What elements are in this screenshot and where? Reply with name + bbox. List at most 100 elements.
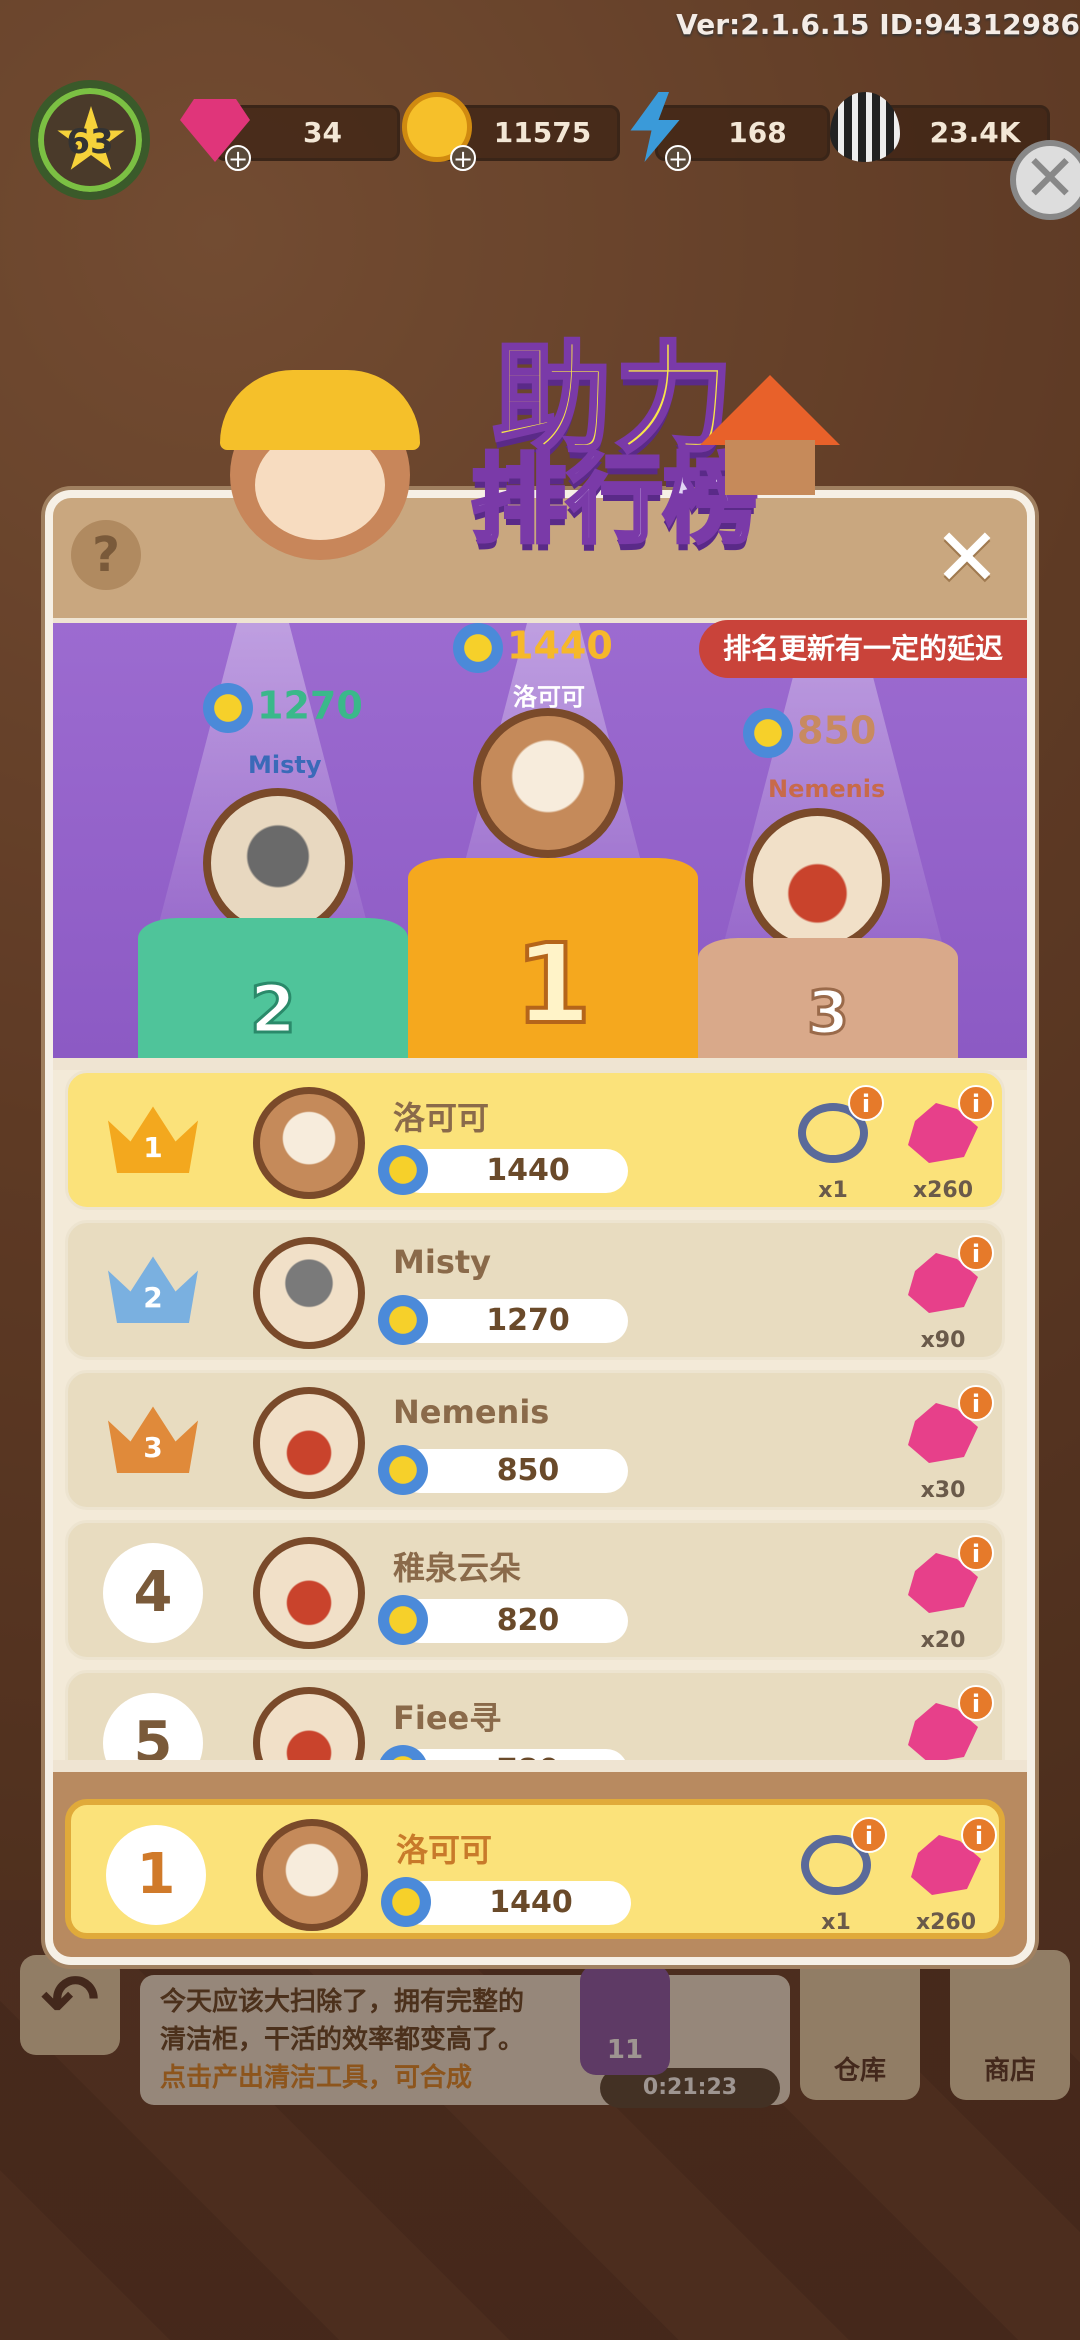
player-name: 洛可可 (393, 1099, 490, 1137)
reward-qty: x20 (920, 1628, 966, 1653)
gem-value: 34 (303, 116, 342, 149)
gem-reward[interactable]: x20 i (898, 1535, 994, 1653)
ring-reward[interactable]: x1 i (788, 1085, 884, 1203)
info-icon[interactable]: i (958, 1235, 994, 1271)
flower-icon (378, 1595, 428, 1645)
flower-icon (378, 1445, 428, 1495)
my-rank: 1 (106, 1825, 206, 1925)
add-energy-icon[interactable]: + (665, 145, 691, 171)
row-rank: 2 (143, 1281, 163, 1314)
podium-block-3: 3 (698, 938, 958, 1058)
info-icon[interactable]: i (958, 1085, 994, 1121)
add-gems-icon[interactable]: + (225, 145, 251, 171)
podium-1-avatar[interactable] (473, 708, 623, 858)
reward-qty: x90 (920, 1328, 966, 1353)
player-score: 1440 (378, 1145, 628, 1195)
flower-icon (378, 1295, 428, 1345)
info-icon[interactable]: i (958, 1385, 994, 1421)
flower-icon (381, 1877, 431, 1927)
player-score-value: 1440 (486, 1153, 570, 1188)
my-avatar[interactable] (256, 1819, 368, 1931)
info-icon[interactable]: i (958, 1535, 994, 1571)
version-id: Ver:2.1.6.15 ID:94312986 (676, 8, 1080, 41)
row-rank: 3 (143, 1431, 163, 1464)
player-score: 780 (378, 1745, 628, 1760)
ranking-row[interactable]: 5 Fiee寻 780 i (65, 1670, 1005, 1760)
resource-bar: 63 34 + 11575 + 168 + 23.4K (30, 80, 1080, 200)
coin-value: 11575 (493, 116, 592, 149)
my-name: 洛可可 (396, 1831, 493, 1869)
close-button[interactable]: ✕ (927, 518, 1007, 598)
ranking-row[interactable]: 2 Misty 1270 x90 i (65, 1220, 1005, 1360)
podium-2-avatar[interactable] (203, 788, 353, 938)
info-icon[interactable]: i (851, 1817, 887, 1853)
flower-icon (743, 708, 793, 758)
player-name: 稚泉云朵 (393, 1549, 522, 1587)
podium-3-name: Nemenis (768, 775, 886, 803)
level-badge[interactable]: 63 (30, 80, 150, 200)
reward-qty: x260 (915, 1910, 977, 1935)
reward-qty: x260 (912, 1178, 974, 1203)
player-score-value: 1270 (486, 1303, 570, 1338)
podium-block-1: 1 (408, 858, 698, 1058)
player-score: 1270 (378, 1295, 628, 1345)
player-name: Misty (393, 1243, 492, 1281)
bronze-crown-icon: 3 (108, 1403, 198, 1473)
podium-1-rank: 1 (513, 918, 594, 1050)
info-icon[interactable]: i (961, 1817, 997, 1853)
podium-1-name: 洛可可 (513, 683, 585, 711)
info-icon[interactable]: i (958, 1685, 994, 1721)
gem-reward[interactable]: x30 i (898, 1385, 994, 1503)
podium-2-score: 1270 (203, 683, 363, 733)
avatar[interactable] (253, 1387, 365, 1499)
podium-3-score: 850 (743, 708, 876, 758)
podium-block-2: 2 (138, 918, 408, 1058)
my-rank-row[interactable]: 1 洛可可 1440 x1 i x260 i (65, 1799, 1005, 1939)
player-score: 820 (378, 1595, 628, 1645)
add-coins-icon[interactable]: + (450, 145, 476, 171)
ring-reward[interactable]: x1 i (791, 1817, 887, 1935)
my-score: 1440 (381, 1877, 631, 1927)
row-rank: 1 (143, 1131, 163, 1164)
energy-value: 168 (728, 116, 787, 149)
podium-3-score-value: 850 (797, 708, 877, 753)
reward-qty: x1 (818, 1178, 848, 1203)
avatar[interactable] (253, 1687, 365, 1760)
row-rank: 4 (103, 1543, 203, 1643)
avatar[interactable] (253, 1237, 365, 1349)
my-rank-panel: 1 洛可可 1440 x1 i x260 i (53, 1772, 1027, 1957)
player-score-value: 820 (496, 1603, 560, 1638)
podium-3-rank: 3 (806, 977, 851, 1050)
ranking-row[interactable]: 1 洛可可 1440 x1 i x260 i (65, 1070, 1005, 1210)
player-name: Fiee寻 (393, 1699, 502, 1737)
podium: 1270 Misty 2 1440 洛可可 1 850 Nemenis 3 (53, 623, 1027, 1058)
ranking-row[interactable]: 4 稚泉云朵 820 x20 i (65, 1520, 1005, 1660)
flower-icon (203, 683, 253, 733)
player-score: 850 (378, 1445, 628, 1495)
sunflower-seed-icon (830, 92, 900, 162)
avatar[interactable] (253, 1537, 365, 1649)
close-event-icon[interactable]: ✕ (1010, 140, 1080, 220)
player-score-value: 780 (497, 1753, 560, 1760)
row-rank: 5 (103, 1693, 203, 1760)
help-button[interactable]: ? (71, 520, 141, 590)
leaderboard-modal: ? ✕ 1270 Misty 2 1440 洛可可 1 850 Nemenis … (45, 490, 1035, 1965)
gem-reward[interactable]: x90 i (898, 1235, 994, 1353)
gold-crown-icon: 1 (108, 1103, 198, 1173)
gem-reward[interactable]: x260 i (901, 1817, 997, 1935)
my-score-value: 1440 (489, 1885, 573, 1920)
gem-reward[interactable]: i (898, 1685, 994, 1760)
podium-3-avatar[interactable] (745, 808, 890, 953)
house-icon (700, 375, 840, 495)
player-score-value: 850 (496, 1453, 560, 1488)
ranking-row[interactable]: 3 Nemenis 850 x30 i (65, 1370, 1005, 1510)
player-name: Nemenis (393, 1393, 550, 1431)
avatar[interactable] (253, 1087, 365, 1199)
podium-2-name: Misty (248, 751, 322, 779)
level-number: 63 (66, 122, 114, 162)
flower-icon (378, 1745, 428, 1760)
info-icon[interactable]: i (848, 1085, 884, 1121)
gem-reward[interactable]: x260 i (898, 1085, 994, 1203)
reward-qty: x30 (920, 1478, 966, 1503)
ranking-list[interactable]: 1 洛可可 1440 x1 i x260 i 2 Misty 1270 x90 i 3… (53, 1070, 1027, 1760)
